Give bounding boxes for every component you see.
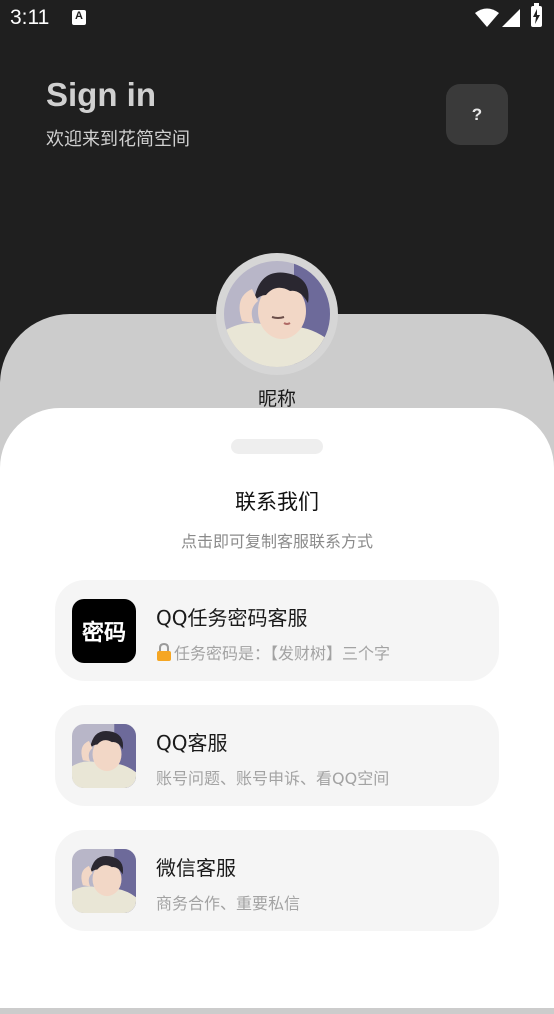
avatar-icon [72, 724, 136, 788]
sheet-title: 联系我们 [235, 490, 319, 514]
status-time: 3:11 [10, 6, 50, 29]
contact-title: QQ客服 [156, 731, 228, 755]
contact-desc-text: 任务密码是：【发财树】三个字 [174, 644, 391, 663]
contact-item-qq-task-password[interactable]: 密码 QQ任务密码客服 任务密码是：【发财树】三个字 [55, 580, 499, 681]
lock-icon [156, 642, 172, 661]
avatar[interactable] [224, 261, 330, 367]
contact-item-qq-service[interactable]: QQ客服 账号问题、账号申诉、看QQ空间 [55, 705, 499, 806]
password-icon: 密码 [72, 599, 136, 663]
contact-title: QQ任务密码客服 [156, 606, 308, 630]
wifi-icon [475, 8, 499, 27]
help-button-label: ? [471, 104, 483, 124]
sheet-subtitle: 点击即可复制客服联系方式 [180, 532, 373, 551]
notification-a-icon [72, 10, 86, 25]
status-bar: 3:11 [0, 0, 554, 40]
contact-desc: 账号问题、账号申诉、看QQ空间 [156, 769, 390, 788]
battery-charging-icon [531, 3, 542, 27]
nickname[interactable]: 昵称 [0, 384, 554, 411]
welcome-subtitle: 欢迎来到花简空间 [46, 129, 190, 150]
contact-desc: 商务合作、重要私信 [156, 894, 301, 913]
sheet-drag-handle[interactable] [231, 439, 323, 454]
contact-desc: 任务密码是：【发财树】三个字 [156, 640, 390, 664]
password-icon-label: 密码 [81, 621, 126, 646]
page-title: Sign in [46, 76, 156, 113]
contact-title: 微信客服 [156, 856, 236, 880]
contact-item-wechat-service[interactable]: 微信客服 商务合作、重要私信 [55, 830, 499, 931]
signal-icon [502, 9, 520, 27]
help-button[interactable]: ? [446, 84, 508, 145]
avatar-icon [72, 849, 136, 913]
